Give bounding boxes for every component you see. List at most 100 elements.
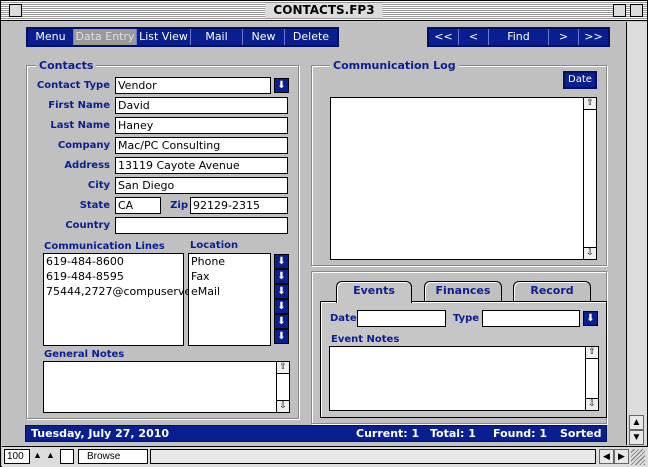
zoom-box-icon[interactable] xyxy=(613,4,626,17)
mail-button[interactable]: Mail xyxy=(191,29,243,45)
event-date-field[interactable] xyxy=(357,310,446,327)
window-vertical-scrollbar[interactable]: ▲ ▼ xyxy=(626,22,647,445)
down-arrow-icon[interactable]: ▼ xyxy=(629,430,644,445)
first-record-button[interactable]: << xyxy=(429,29,459,45)
bottom-bar: 100 ▲ ▲ Browse ◀ ▶ xyxy=(2,446,648,467)
location-item[interactable]: Fax xyxy=(189,269,270,284)
zoom-out-icon[interactable]: ▲ xyxy=(33,450,45,463)
comm-lines-list[interactable]: 619-484-8600 619-484-8595 75444,2727@com… xyxy=(43,253,191,346)
date-button-frame: Date xyxy=(563,71,597,89)
tab-record[interactable]: Record xyxy=(513,281,591,301)
zoom-in-icon[interactable]: ▲ xyxy=(46,450,58,463)
contacts-group-label: Contacts xyxy=(36,59,97,72)
general-notes-field[interactable]: ⇧ ⇩ xyxy=(43,361,290,413)
contact-type-dropdown-icon[interactable]: ⬇ xyxy=(274,78,289,93)
comm-line-item[interactable]: 75444,2727@compuserve xyxy=(44,284,191,299)
comm-log-field[interactable]: ⇧ ⇩ xyxy=(330,97,597,260)
status-area-toggle-icon[interactable] xyxy=(60,449,74,464)
last-name-field[interactable]: Haney xyxy=(115,117,288,134)
country-field[interactable] xyxy=(115,217,288,234)
status-found: Found: 1 xyxy=(493,427,548,440)
down-arrow-icon[interactable]: ⇩ xyxy=(277,400,289,412)
event-type-label: Type xyxy=(453,313,480,324)
last-name-label: Last Name xyxy=(50,120,110,131)
zip-field[interactable]: 92129-2315 xyxy=(190,197,288,214)
previous-record-button[interactable]: < xyxy=(459,29,489,45)
tab-finances[interactable]: Finances xyxy=(424,281,502,301)
list-view-button[interactable]: List View xyxy=(137,29,191,45)
location-6-dropdown-icon[interactable]: ⬇ xyxy=(274,329,289,344)
contact-type-label: Contact Type xyxy=(36,80,110,91)
status-date: Tuesday, July 27, 2010 xyxy=(31,427,170,440)
company-field[interactable]: Mac/PC Consulting xyxy=(115,137,288,154)
general-notes-scrollbar[interactable]: ⇧ ⇩ xyxy=(276,362,289,412)
event-notes-field[interactable]: ⇧ ⇩ xyxy=(329,346,599,411)
last-record-button[interactable]: >> xyxy=(579,29,608,45)
address-field[interactable]: 13119 Cayote Avenue xyxy=(115,157,288,174)
collapse-box-icon[interactable] xyxy=(630,4,643,17)
contact-type-field[interactable]: Vendor xyxy=(115,77,271,94)
location-item[interactable]: eMail xyxy=(189,284,270,299)
title-bar[interactable]: CONTACTS.FP3 xyxy=(1,1,647,21)
zoom-level[interactable]: 100 xyxy=(4,449,30,464)
event-type-field[interactable] xyxy=(482,310,580,327)
event-notes-scrollbar[interactable]: ⇧ ⇩ xyxy=(585,347,598,410)
zip-label: Zip xyxy=(170,200,188,211)
location-list[interactable]: Phone Fax eMail xyxy=(188,253,271,346)
status-current: Current: 1 xyxy=(356,427,420,440)
down-arrow-icon[interactable]: ⇩ xyxy=(584,247,596,259)
up-arrow-icon[interactable]: ⇧ xyxy=(586,347,598,359)
layout-content: Menu Data Entry List View Mail New Delet… xyxy=(2,22,625,445)
tab-events[interactable]: Events xyxy=(336,281,412,303)
status-bar: Tuesday, July 27, 2010 Current: 1 Total:… xyxy=(25,425,607,442)
location-4-dropdown-icon[interactable]: ⬇ xyxy=(274,299,289,314)
nav-bar-right: << < Find > >> xyxy=(427,27,610,47)
delete-button[interactable]: Delete xyxy=(285,29,337,45)
location-item[interactable]: Phone xyxy=(189,254,270,269)
app-window: CONTACTS.FP3 Menu Data Entry List View M… xyxy=(0,0,648,467)
right-arrow-icon[interactable]: ▶ xyxy=(614,449,629,464)
address-label: Address xyxy=(64,160,110,171)
event-date-label: Date xyxy=(330,313,357,324)
data-entry-button[interactable]: Data Entry xyxy=(74,29,137,45)
next-record-button[interactable]: > xyxy=(549,29,579,45)
event-type-dropdown-icon[interactable]: ⬇ xyxy=(583,311,598,326)
left-arrow-icon[interactable]: ◀ xyxy=(599,449,614,464)
location-label: Location xyxy=(190,240,239,251)
find-button[interactable]: Find xyxy=(489,29,549,45)
new-button[interactable]: New xyxy=(243,29,285,45)
first-name-field[interactable]: David xyxy=(115,97,288,114)
nav-bar-left: Menu Data Entry List View Mail New Delet… xyxy=(26,27,339,47)
country-label: Country xyxy=(65,220,110,231)
comm-log-label: Communication Log xyxy=(330,59,459,72)
down-arrow-icon[interactable]: ⇩ xyxy=(586,398,598,410)
location-3-dropdown-icon[interactable]: ⬇ xyxy=(274,284,289,299)
resize-grip-icon[interactable] xyxy=(631,449,645,465)
company-label: Company xyxy=(57,140,110,151)
state-field[interactable]: CA xyxy=(115,197,161,214)
up-arrow-icon[interactable]: ⇧ xyxy=(584,98,596,110)
close-box-icon[interactable] xyxy=(9,4,22,17)
event-notes-label: Event Notes xyxy=(331,334,400,345)
comm-line-item[interactable]: 619-484-8595 xyxy=(44,269,183,284)
horizontal-scrollbar[interactable] xyxy=(150,449,596,464)
location-1-dropdown-icon[interactable]: ⬇ xyxy=(274,254,289,269)
comm-lines-label: Communication Lines xyxy=(44,241,165,252)
comm-log-scrollbar[interactable]: ⇧ ⇩ xyxy=(583,98,596,259)
mode-selector[interactable]: Browse xyxy=(78,449,148,464)
status-total: Total: 1 xyxy=(430,427,476,440)
comm-line-item[interactable]: 619-484-8600 xyxy=(44,254,183,269)
city-field[interactable]: San Diego xyxy=(115,177,288,194)
general-notes-label: General Notes xyxy=(44,349,125,360)
location-5-dropdown-icon[interactable]: ⬇ xyxy=(274,314,289,329)
date-button[interactable]: Date xyxy=(565,73,595,87)
menu-button[interactable]: Menu xyxy=(28,29,74,45)
up-arrow-icon[interactable]: ▲ xyxy=(629,415,644,430)
location-2-dropdown-icon[interactable]: ⬇ xyxy=(274,269,289,284)
window-title: CONTACTS.FP3 xyxy=(265,3,383,18)
first-name-label: First Name xyxy=(48,100,110,111)
city-label: City xyxy=(87,180,110,191)
state-label: State xyxy=(79,200,110,211)
status-sorted: Sorted xyxy=(560,427,602,440)
up-arrow-icon[interactable]: ⇧ xyxy=(277,362,289,374)
